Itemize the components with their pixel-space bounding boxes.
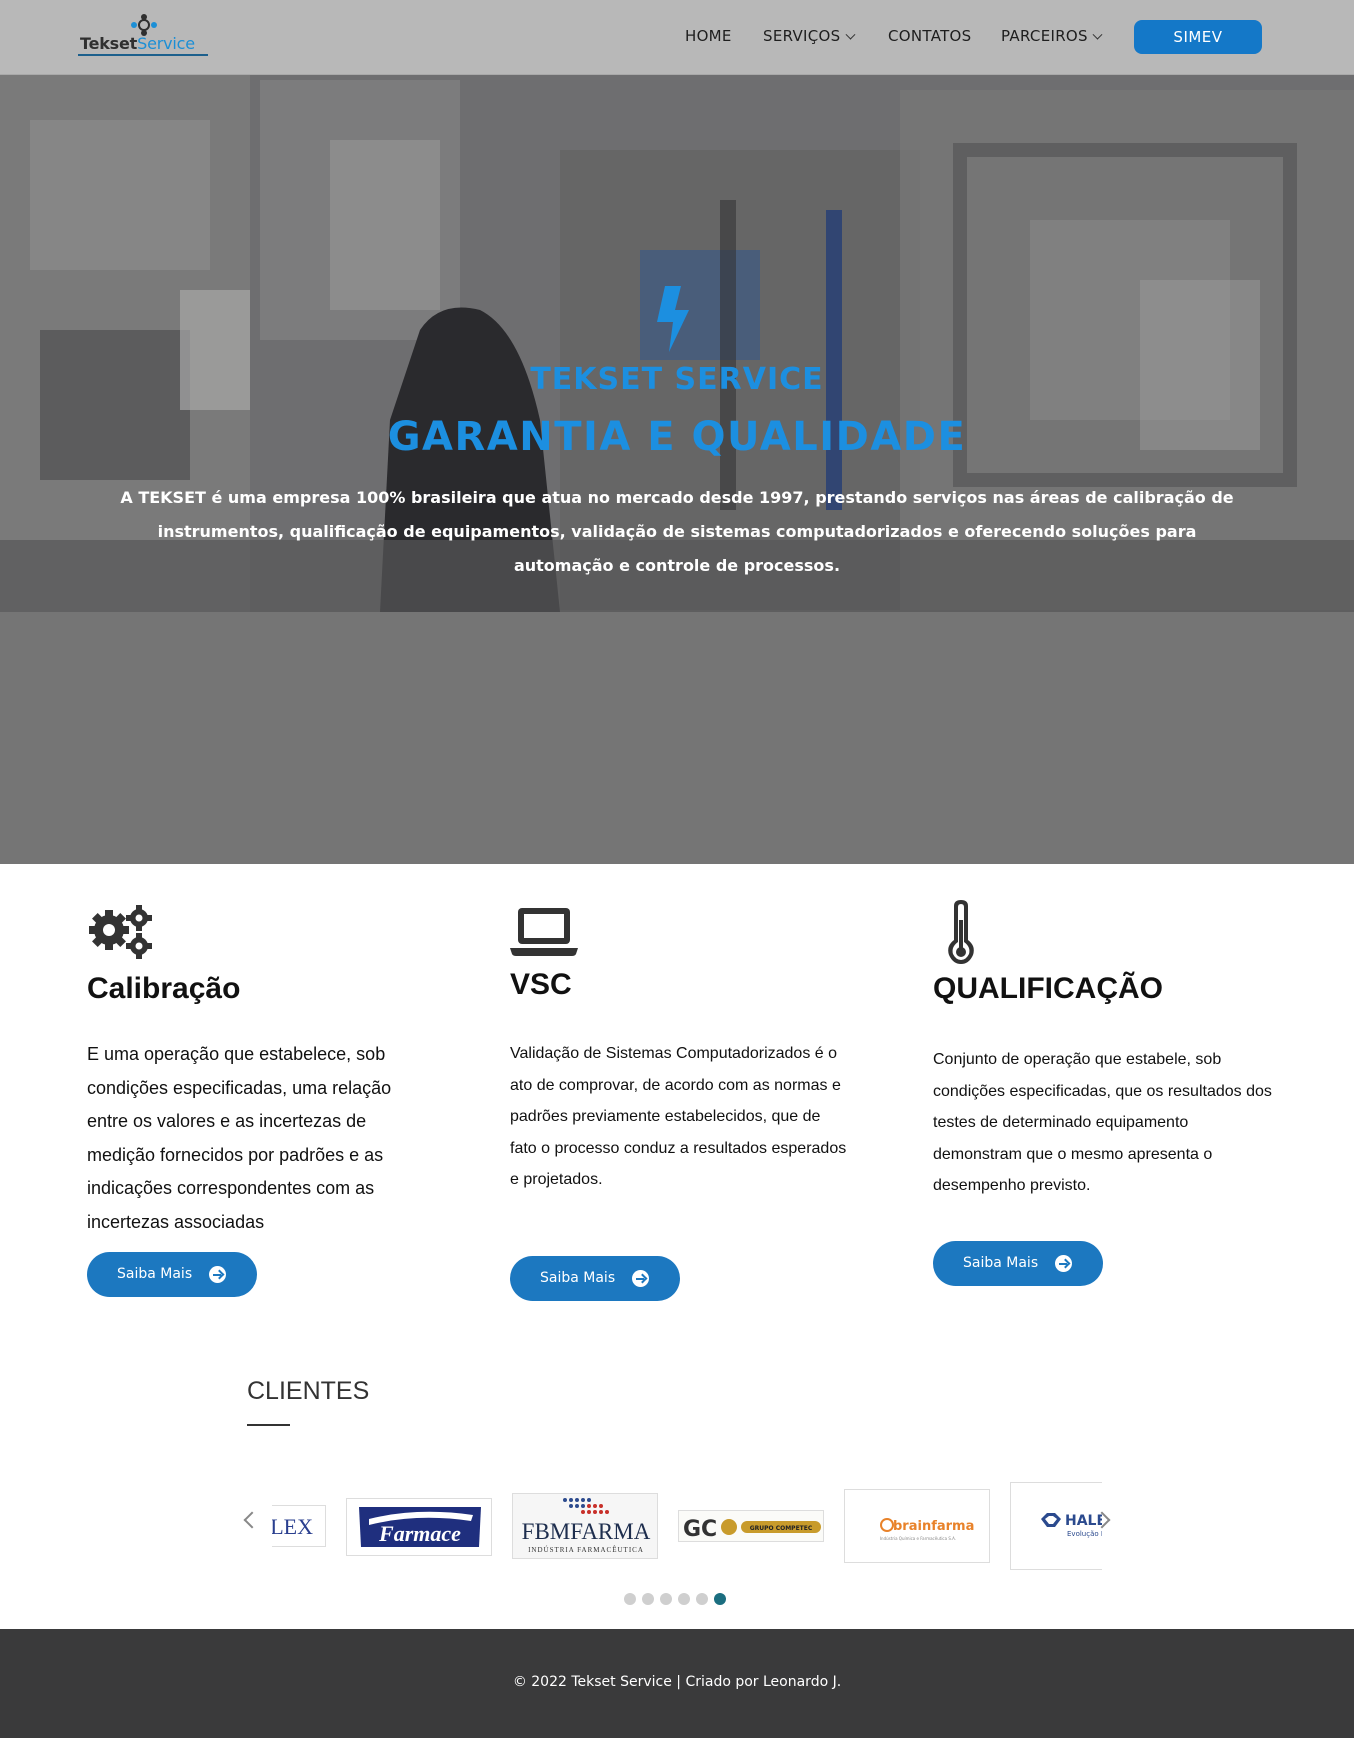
saiba-mais-button[interactable]: Saiba Mais: [510, 1256, 680, 1301]
nav-contatos-label: CONTATOS: [888, 27, 972, 45]
farmace-logo-image: Farmace: [359, 1507, 481, 1547]
arrow-circle-right-icon: [632, 1270, 649, 1287]
farmace-logo-text: Farmace: [378, 1521, 461, 1546]
saiba-mais-label: Saiba Mais: [963, 1255, 1039, 1271]
hero-subtitle: TEKSET SERVICE: [530, 362, 824, 397]
gears-icon: [89, 905, 152, 959]
clients-heading: CLIENTES: [247, 1377, 370, 1405]
saiba-mais-button[interactable]: Saiba Mais: [87, 1252, 257, 1297]
hero-section: TEKSET SERVICE GARANTIA E QUALIDADE A TE…: [0, 0, 1354, 612]
nav-home[interactable]: HOME: [685, 27, 732, 45]
simev-button[interactable]: SIMEV: [1134, 20, 1262, 54]
thermometer-icon: [948, 900, 974, 964]
fbmfarma-logo-image: FBMFARMA INDÚSTRIA FARMACÊUTICA: [522, 1498, 651, 1554]
plex-logo-text: PLEX: [272, 1514, 313, 1539]
clients-heading-underline: [247, 1424, 290, 1426]
service-title: QUALIFICAÇÃO: [933, 972, 1163, 1005]
footer-copyright: © 2022 Tekset Service | Criado por Leona…: [512, 1674, 842, 1690]
arrow-circle-right-icon: [1055, 1255, 1072, 1272]
carousel-dot[interactable]: [660, 1593, 672, 1605]
carousel-dot[interactable]: [696, 1593, 708, 1605]
saiba-mais-label: Saiba Mais: [540, 1270, 616, 1286]
halex-tagline: Evolução Pe: [1067, 1530, 1102, 1538]
site-header: TeksetService HOME SERVIÇOS CONTATOS PAR…: [0, 0, 1354, 75]
nav-parceiros[interactable]: PARCEIROS: [1001, 27, 1103, 45]
arrow-circle-right-icon: [209, 1266, 226, 1283]
site-footer: © 2022 Tekset Service | Criado por Leona…: [0, 1629, 1354, 1738]
service-description: E uma operação que estabelece, sob condi…: [87, 1044, 392, 1232]
competec-logo-text: GC: [683, 1517, 717, 1542]
carousel-dot[interactable]: [624, 1593, 636, 1605]
competec-tagline: GRUPO COMPETEC: [750, 1525, 813, 1532]
client-logo-competec[interactable]: GC GRUPO COMPETEC: [678, 1510, 824, 1542]
logo-underline: [78, 54, 208, 56]
logo-network-icon: [131, 14, 157, 36]
carousel-dot[interactable]: [642, 1593, 654, 1605]
hero-description: A TEKSET é uma empresa 100% brasileira q…: [120, 488, 1234, 575]
client-logo-fbmfarma[interactable]: FBMFARMA INDÚSTRIA FARMACÊUTICA: [512, 1493, 658, 1559]
client-logo-halex[interactable]: HALEX Evolução Pe: [1010, 1482, 1102, 1570]
carousel-dot-active[interactable]: [714, 1593, 726, 1605]
saiba-mais-button[interactable]: Saiba Mais: [933, 1241, 1103, 1286]
service-title: VSC: [510, 968, 572, 1001]
nav-servicos[interactable]: SERVIÇOS: [763, 27, 855, 45]
site-logo[interactable]: TeksetService: [76, 12, 211, 60]
service-title: Calibração: [87, 972, 241, 1005]
carousel-dot[interactable]: [678, 1593, 690, 1605]
logo-text-service: Service: [137, 34, 195, 53]
logo-text-tekset: Tekset: [80, 34, 138, 53]
chevron-down-icon: [1092, 29, 1103, 40]
laptop-icon: [510, 908, 578, 956]
nav-parceiros-label: PARCEIROS: [1001, 27, 1088, 45]
brainfarma-logo-text: brainfarma: [893, 1519, 974, 1534]
competec-logo-image: GC GRUPO COMPETEC: [679, 1511, 823, 1542]
client-logo-brainfarma[interactable]: brainfarma Indústria Química e Farmacêut…: [844, 1489, 990, 1563]
clients-carousel: PLEX Farmace FBMFARMA INDÚSTRIA FARMACÊU…: [272, 1470, 1102, 1570]
nav-contatos[interactable]: CONTATOS: [888, 27, 972, 45]
service-description: Validação de Sistemas Computadorizados é…: [510, 1045, 847, 1188]
logo-wordmark: TeksetService: [80, 34, 195, 53]
nav-servicos-label: SERVIÇOS: [763, 27, 841, 45]
service-description: Conjunto de operação que estabele, sob c…: [933, 1051, 1272, 1194]
brainfarma-logo-image: brainfarma Indústria Química e Farmacêut…: [880, 1518, 974, 1541]
saiba-mais-label: Saiba Mais: [117, 1266, 193, 1282]
carousel-prev-arrow[interactable]: [243, 1511, 261, 1529]
client-logo-plex[interactable]: PLEX: [272, 1505, 326, 1547]
nav-home-label: HOME: [685, 27, 732, 45]
chevron-down-icon: [845, 29, 855, 40]
hero-title: GARANTIA E QUALIDADE: [387, 414, 967, 460]
hero-gray-band: [0, 612, 1354, 864]
halex-logo-image: HALEX Evolução Pe: [1041, 1513, 1102, 1538]
fbmfarma-tagline: INDÚSTRIA FARMACÊUTICA: [528, 1546, 644, 1554]
fbmfarma-logo-text: FBMFARMA: [522, 1519, 651, 1544]
lightning-bolt-icon: [657, 286, 689, 352]
plex-logo-image: PLEX: [272, 1514, 313, 1539]
brainfarma-tagline: Indústria Química e Farmacêutica S.A.: [880, 1536, 956, 1541]
client-logo-farmace[interactable]: Farmace: [346, 1498, 492, 1556]
